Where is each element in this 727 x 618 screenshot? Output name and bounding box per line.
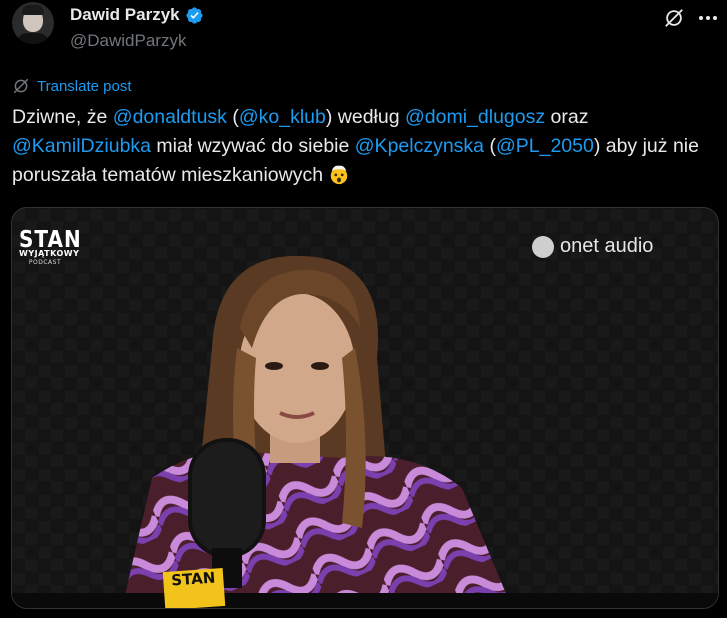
avatar-shirt [16, 33, 50, 44]
brand-label: onet audio [560, 235, 654, 257]
podcast-logo: STAN WYJĄTKOWY PODCAST [19, 225, 82, 267]
logo-line1: STAN [19, 225, 82, 253]
more-options-icon [699, 16, 717, 20]
translate-icon [13, 78, 29, 94]
mention-link[interactable]: @ko_klub [239, 106, 326, 128]
grok-icon [665, 9, 683, 27]
mention-link[interactable]: @domi_dlugosz [405, 106, 545, 128]
onet-audio-logo: onet audio [532, 235, 653, 258]
tweet-text-segment: ( [226, 106, 239, 128]
mention-link[interactable]: @Kpelczynska [355, 135, 484, 157]
author-display-name[interactable]: Dawid Parzyk [70, 5, 204, 25]
logo-line3: PODCAST [28, 259, 62, 266]
author-name-text[interactable]: Dawid Parzyk [70, 5, 180, 25]
tweet-text-segment: miał wzywać do siebie [151, 135, 355, 157]
onet-dot-icon [532, 235, 554, 258]
exploding-head-emoji-icon [331, 165, 348, 185]
verified-badge-icon [185, 6, 203, 24]
tweet-text-segment: ) według [325, 106, 405, 128]
translate-post-link[interactable]: Translate post [12, 77, 132, 95]
tweet-text-segment: oraz [545, 106, 589, 128]
video-thumbnail[interactable]: STAN WYJĄTKOWY PODCAST onet audio STAN [11, 207, 719, 609]
mention-link[interactable]: @KamilDziubka [12, 135, 151, 157]
video-frame [12, 208, 718, 608]
mention-link[interactable]: @donaldtusk [113, 106, 227, 128]
avatar-hair [22, 5, 44, 15]
grok-button[interactable] [661, 5, 687, 31]
author-avatar[interactable] [12, 2, 54, 44]
mic-flag-label: STAN [162, 567, 226, 608]
tweet-text-segment: Dziwne, że [12, 106, 113, 128]
author-handle[interactable]: @DawidParzyk [70, 31, 186, 51]
mention-link[interactable]: @PL_2050 [496, 135, 594, 157]
translate-label[interactable]: Translate post [37, 78, 132, 95]
more-options-button[interactable] [694, 5, 722, 31]
tweet-text: Dziwne, że @donaldtusk (@ko_klub) według… [12, 103, 717, 190]
tweet-text-segment: ( [484, 135, 496, 157]
